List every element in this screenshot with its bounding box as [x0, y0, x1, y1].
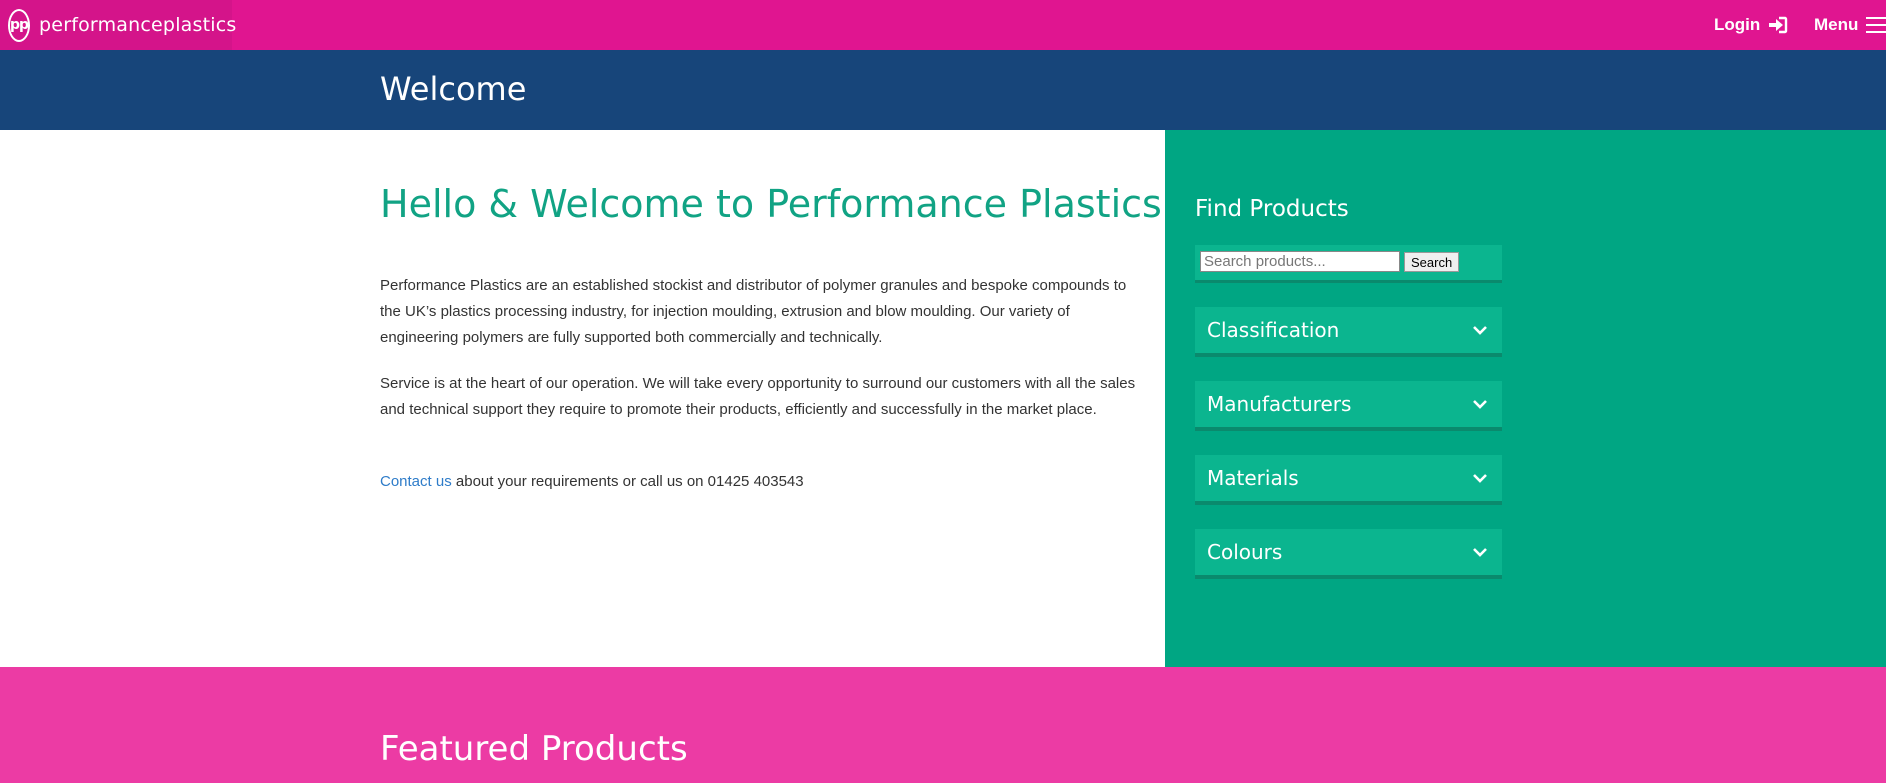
- logo-text: performanceplastics: [39, 14, 237, 36]
- accordion-label: Classification: [1207, 318, 1340, 342]
- main-content: Hello & Welcome to Performance Plastics …: [0, 130, 1165, 667]
- product-search-input[interactable]: [1200, 251, 1400, 272]
- accordion-label: Materials: [1207, 466, 1299, 490]
- contact-text: about your requirements or call us on 01…: [451, 473, 804, 490]
- login-label: Login: [1714, 15, 1761, 34]
- search-button[interactable]: Search: [1404, 252, 1460, 272]
- hamburger-menu-icon: [1866, 17, 1886, 33]
- logo-mark-icon: pp: [8, 8, 31, 42]
- intro-paragraph: Performance Plastics are an established …: [380, 277, 1127, 346]
- site-logo[interactable]: pp performanceplastics: [0, 0, 236, 50]
- login-link[interactable]: Login: [1714, 12, 1788, 38]
- product-search-form: Search: [1195, 245, 1502, 283]
- contact-us-link[interactable]: Contact us: [380, 473, 452, 490]
- manufacturers-accordion[interactable]: Manufacturers: [1195, 381, 1502, 431]
- chevron-down-icon: [1473, 548, 1487, 557]
- find-products-sidebar: Find Products Search Classification Manu…: [1165, 130, 1886, 667]
- classification-accordion[interactable]: Classification: [1195, 307, 1502, 357]
- accordion-label: Manufacturers: [1207, 392, 1352, 416]
- chevron-down-icon: [1473, 400, 1487, 409]
- accordion-label: Colours: [1207, 540, 1283, 564]
- chevron-down-icon: [1473, 326, 1487, 335]
- sign-in-icon: [1769, 16, 1788, 34]
- contact-paragraph: Contact us about your requirements or ca…: [380, 469, 1140, 495]
- materials-accordion[interactable]: Materials: [1195, 455, 1502, 505]
- top-navigation-bar: pp performanceplastics Login Menu: [0, 0, 1886, 50]
- welcome-heading: Hello & Welcome to Performance Plastics: [380, 182, 1162, 226]
- menu-label: Menu: [1814, 15, 1859, 34]
- featured-products-section: Featured Products: [0, 667, 1886, 783]
- page-header: Welcome: [0, 50, 1886, 130]
- colours-accordion[interactable]: Colours: [1195, 529, 1502, 579]
- find-products-title: Find Products: [1195, 196, 1349, 222]
- service-paragraph: Service is at the heart of our operation…: [380, 375, 1136, 418]
- featured-products-title: Featured Products: [380, 729, 688, 769]
- page-title: Welcome: [380, 70, 527, 108]
- chevron-down-icon: [1473, 474, 1487, 483]
- menu-button[interactable]: Menu: [1814, 12, 1886, 38]
